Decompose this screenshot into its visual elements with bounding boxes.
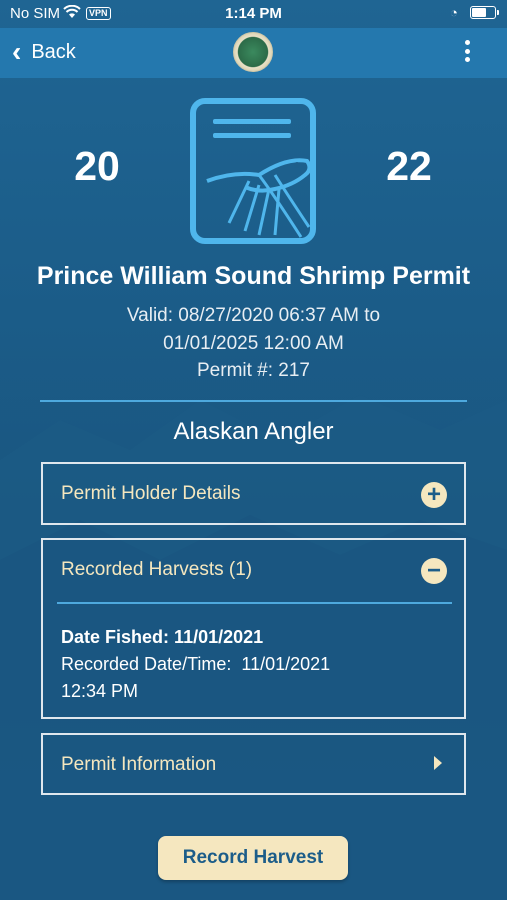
chevron-right-icon: [434, 756, 442, 770]
recorded-label: Recorded Date/Time:: [61, 654, 232, 674]
valid-line-2: 01/01/2025 12:00 AM: [163, 333, 344, 354]
back-button[interactable]: ‹ Back: [12, 38, 76, 66]
year-left: 20: [74, 143, 120, 189]
date-fished-row: Date Fished: 11/01/2021: [61, 624, 330, 651]
permit-holder-details-section[interactable]: Permit Holder Details +: [41, 462, 466, 525]
section-title: Permit Holder Details: [61, 483, 241, 504]
date-fished-value: 11/01/2021: [174, 627, 264, 647]
minus-circle-icon[interactable]: −: [421, 558, 447, 584]
valid-dates: Valid: 08/27/2020 06:37 AM to 01/01/2025…: [90, 302, 417, 358]
valid-line-1: Valid: 08/27/2020 06:37 AM to: [126, 305, 381, 326]
navigation-bar: ‹ Back: [0, 28, 507, 78]
section-title: Permit Information: [61, 754, 217, 775]
permit-title: Prince William Sound Shrimp Permit: [36, 262, 471, 290]
recorded-value: 11/01/2021: [241, 654, 331, 674]
holder-name: Alaskan Angler: [173, 418, 334, 445]
divider: [40, 400, 467, 402]
record-harvest-button[interactable]: Record Harvest: [158, 836, 348, 880]
section-divider: [57, 602, 452, 604]
state-seal-logo: [233, 32, 273, 72]
recorded-harvests-section[interactable]: Recorded Harvests (1) − Date Fished: 11/…: [41, 538, 466, 719]
battery-icon: [470, 6, 499, 19]
date-fished-label: Date Fished:: [61, 627, 170, 647]
clock: 1:14 PM: [225, 5, 282, 22]
harvest-record: Date Fished: 11/01/2021 Recorded Date/Ti…: [61, 624, 330, 705]
chevron-left-icon: ‹: [12, 36, 22, 67]
recorded-time: 12:34 PM: [61, 681, 139, 701]
recorded-row: Recorded Date/Time: 11/01/2021: [61, 651, 330, 678]
year-right: 22: [386, 143, 432, 189]
orientation-lock-icon: ◔: [450, 5, 458, 20]
permit-number: Permit #: 217: [197, 360, 310, 381]
status-bar: No SIM VPN 1:14 PM ◔: [0, 0, 507, 28]
section-title: Recorded Harvests (1): [61, 559, 253, 580]
back-label: Back: [31, 40, 76, 63]
permit-information-section[interactable]: Permit Information: [41, 733, 466, 795]
shrimp-permit-icon: [189, 97, 319, 245]
plus-circle-icon[interactable]: +: [421, 482, 447, 508]
more-options-icon[interactable]: [462, 40, 472, 66]
